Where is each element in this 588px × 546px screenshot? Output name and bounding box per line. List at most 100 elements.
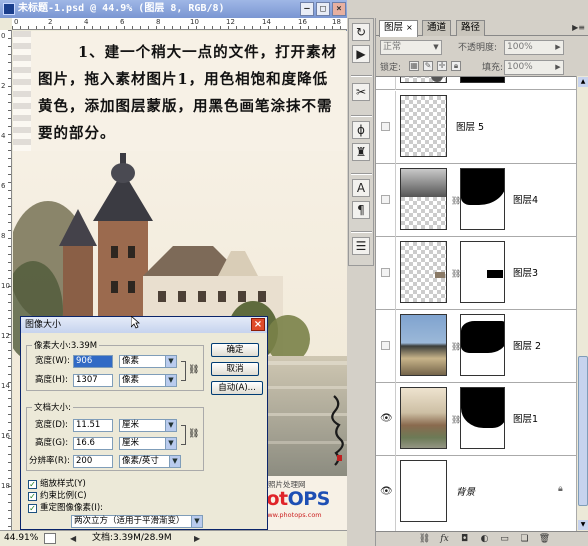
group-icon[interactable]: ▭ [498, 533, 511, 545]
lock-position-icon[interactable]: ✛ [437, 61, 447, 71]
new-layer-icon[interactable]: ❏ [518, 533, 531, 545]
layers-scrollbar[interactable]: ▲ ▼ [576, 76, 588, 531]
auto-button[interactable]: 自动(A)... [211, 381, 263, 395]
scale-styles-checkbox[interactable]: ✓ 缩放样式(Y) [28, 479, 86, 490]
layer-name[interactable]: 图层1 [513, 411, 538, 425]
layer-row[interactable]: 👁︎ 背景 🔒︎ [376, 456, 577, 531]
ruler-tick-label: 0 [14, 18, 19, 26]
tab-paths[interactable]: 路径 [456, 20, 486, 36]
checkmark-icon: ✓ [28, 492, 37, 501]
mask-link-icon[interactable]: ⛓ [451, 342, 461, 352]
ruler-tick-label: 8 [156, 18, 161, 26]
resolution-unit-select[interactable]: 像素/英寸 ▼ [119, 455, 181, 468]
tools-icon[interactable]: ✂ [352, 83, 370, 101]
layer-row[interactable]: ⛓ 图层 2 [376, 310, 577, 383]
cancel-button[interactable]: 取消 [211, 362, 259, 376]
blend-mode-select[interactable]: 正常 ▼ [380, 40, 442, 55]
pixel-width-unit: 像素 [122, 356, 140, 366]
add-mask-icon[interactable]: ◘ [458, 533, 471, 545]
constrain-proportions-checkbox[interactable]: ✓ 约束比例(C) [28, 491, 87, 502]
mask-link-icon[interactable]: ⛓ [451, 269, 461, 279]
doc-height-unit-select[interactable]: 厘米 ▼ [119, 437, 177, 450]
visibility-toggle[interactable] [376, 237, 396, 310]
document-titlebar[interactable]: 未标题-1.psd @ 44.9% (图层 8, RGB/8) – □ × [0, 0, 347, 18]
layer-row[interactable]: ⛓ 图层3 [376, 237, 577, 310]
lock-transparency-icon[interactable]: ▦ [409, 61, 419, 71]
vertical-ruler[interactable]: 0 2 4 6 8 10 12 14 16 18 [0, 30, 12, 530]
pixel-height-unit-select[interactable]: 像素 ▼ [119, 374, 177, 387]
scroll-down-icon[interactable]: ▼ [578, 520, 588, 530]
visibility-toggle[interactable] [376, 164, 396, 237]
lock-image-icon[interactable]: ✎ [423, 61, 433, 71]
scroll-up-icon[interactable]: ▲ [578, 77, 588, 87]
layer-list[interactable]: 图层 5 ⛓ 图层4 ⛓ 图层3 ⛓ 图层 2 👁︎ ⛓ 图层1 👁︎ 背景 🔒… [376, 76, 577, 531]
link-layers-icon[interactable]: ⛓ [418, 533, 431, 545]
visibility-toggle[interactable] [376, 91, 396, 164]
pixel-height-input[interactable]: 1307 [73, 374, 113, 387]
layer-name[interactable]: 图层 2 [513, 338, 541, 352]
trash-icon[interactable]: 🗑︎ [538, 533, 551, 545]
visibility-box-icon [381, 122, 390, 131]
doc-height-input[interactable]: 16.6 [73, 437, 113, 450]
layer-row-partial[interactable] [376, 77, 577, 90]
layer-thumbnail [400, 241, 447, 303]
resample-checkbox[interactable]: ✓ 重定图像像素(I): [28, 503, 103, 514]
layer-name[interactable]: 背景 [456, 484, 475, 498]
doc-height-unit: 厘米 [122, 438, 140, 448]
history-brush-icon[interactable]: ↻ [352, 23, 370, 41]
tab-channels[interactable]: 通道 [422, 20, 452, 36]
status-preview-icon[interactable] [44, 533, 56, 544]
visibility-toggle[interactable] [376, 310, 396, 383]
layer-name[interactable]: 图层3 [513, 265, 538, 279]
character-icon[interactable]: A [352, 179, 370, 197]
fx-icon[interactable]: fx [438, 533, 451, 545]
ok-button[interactable]: 确定 [211, 343, 259, 357]
doc-width-label: 宽度(D): [35, 420, 69, 430]
tab-layers[interactable]: 图层 × [379, 20, 418, 37]
status-menu-arrow-icon[interactable]: ▶ [194, 531, 200, 546]
layer-row[interactable]: 图层 5 [376, 91, 577, 164]
layer-comps-icon[interactable]: ☰ [352, 237, 370, 255]
doc-width-input[interactable]: 11.51 [73, 419, 113, 432]
close-icon[interactable]: × [406, 23, 413, 32]
clone-stamp-icon[interactable]: ♜ [352, 143, 370, 161]
pixel-width-input[interactable]: 906 [73, 355, 113, 368]
chevron-right-icon: ▶ [555, 43, 561, 51]
pixel-width-unit-select[interactable]: 像素 ▼ [119, 355, 177, 368]
close-button[interactable]: × [332, 2, 346, 16]
layer-row[interactable]: 👁︎ ⛓ 图层1 [376, 383, 577, 456]
scrollbar-thumb[interactable] [578, 356, 588, 506]
layer-name[interactable]: 图层 5 [456, 119, 484, 133]
mask-link-icon[interactable]: ⛓ [451, 415, 461, 425]
thumb-content [435, 272, 445, 278]
layer-name[interactable]: 图层4 [513, 192, 538, 206]
adjustment-icon[interactable]: ◐ [478, 533, 491, 545]
paragraph-icon[interactable]: ¶ [352, 201, 370, 219]
panel-menu-icon[interactable]: ▶≡ [572, 23, 585, 32]
horizontal-ruler[interactable]: 0 2 4 6 8 10 12 14 16 18 [12, 18, 347, 30]
mask-link-icon[interactable]: ⛓ [451, 196, 461, 206]
minimize-button[interactable]: – [300, 2, 314, 16]
maximize-button[interactable]: □ [316, 2, 330, 16]
action-play-icon[interactable]: ▶ [352, 45, 370, 63]
dialog-titlebar[interactable]: 图像大小 [21, 317, 267, 333]
layer-row[interactable]: ⛓ 图层4 [376, 164, 577, 237]
doc-width-unit-select[interactable]: 厘米 ▼ [119, 419, 177, 432]
constrain-proportions-label: 约束比例(C) [40, 491, 87, 501]
visibility-toggle[interactable]: 👁︎ [376, 383, 396, 456]
opacity-input[interactable]: 100% ▶ [504, 40, 564, 55]
visibility-toggle[interactable] [376, 77, 396, 90]
zoom-level[interactable]: 44.91% [4, 531, 38, 546]
doc-width-unit: 厘米 [122, 420, 140, 430]
fill-input[interactable]: 100% ▶ [504, 60, 564, 75]
status-scroll-left-icon[interactable]: ◀ [70, 531, 76, 546]
lock-all-icon[interactable]: 🔒︎ [451, 61, 461, 71]
resolution-input[interactable]: 200 [73, 455, 113, 468]
dialog-close-button[interactable]: × [251, 318, 265, 331]
document-size-info[interactable]: 文档:3.39M/28.9M [92, 531, 172, 546]
document-size-legend: 文档大小: [34, 403, 71, 413]
resample-method-select[interactable]: 两次立方（适用于平滑渐变） ▼ [71, 515, 203, 528]
visibility-toggle[interactable]: 👁︎ [376, 456, 396, 531]
brush-preset-icon[interactable]: ϕ [352, 121, 370, 139]
photoshop-doc-icon [3, 3, 15, 15]
